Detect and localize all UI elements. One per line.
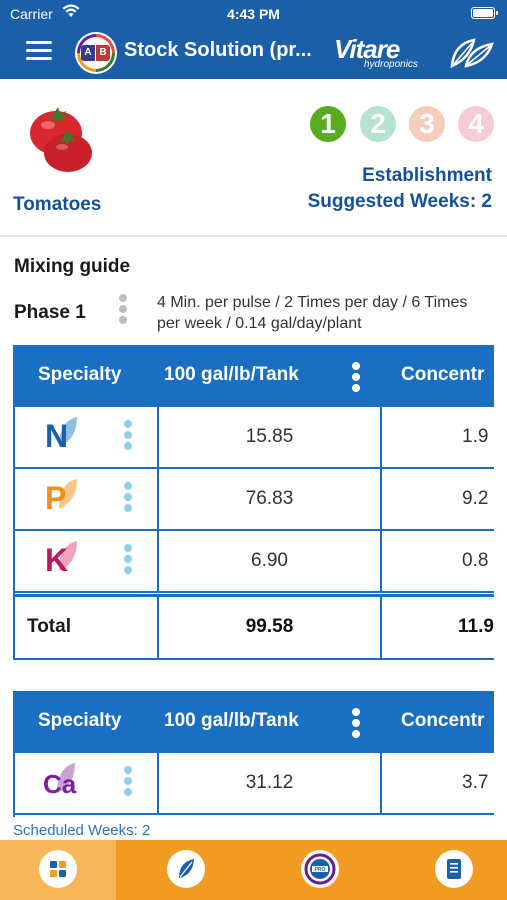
- tab-checklist[interactable]: [396, 840, 507, 900]
- stage-label: Establishment: [362, 165, 492, 186]
- value-gal-lb-tank: 15.85: [159, 407, 382, 469]
- crop-header: Tomatoes 1 2 3 4 Establishment Suggested…: [0, 79, 507, 237]
- leaf-icon: [167, 850, 205, 888]
- phase-more-icon[interactable]: [118, 294, 128, 330]
- header-concentration: Concentr: [401, 364, 485, 385]
- header-more-icon[interactable]: [351, 708, 361, 741]
- phase-1-button[interactable]: 1: [310, 106, 346, 142]
- total-gal-lb-tank: 99.58: [159, 597, 382, 660]
- brand-sub: hydroponics: [364, 59, 418, 70]
- phase-label: Phase 1: [14, 302, 86, 323]
- checklist-icon: [435, 850, 473, 888]
- nutrient-table-1: Specialty 100 gal/lb/Tank Concentr N 15.…: [13, 345, 494, 660]
- concentration-text: 0.8: [462, 550, 489, 571]
- tab-pro[interactable]: PRO: [262, 840, 378, 900]
- table-row: P 76.83 9.2: [15, 469, 494, 531]
- status-time: 4:43 PM: [227, 6, 280, 22]
- concentration-text: 9.2: [462, 488, 489, 509]
- nav-bar: A B Stock Solution (pr... Vitare hydropo…: [0, 28, 507, 79]
- page-title: Stock Solution (pr...: [124, 39, 312, 61]
- dashboard-icon: [39, 850, 77, 888]
- top-bar: Carrier 4:43 PM A B Stock Solution (pr..…: [0, 0, 507, 79]
- table-row: K 6.90 0.8: [15, 531, 494, 593]
- total-concentration-text: 11.9: [458, 616, 494, 637]
- table-row: N 15.85 1.9: [15, 407, 494, 469]
- header-gal-lb-tank: 100 gal/lb/Tank: [164, 364, 299, 385]
- tomato-icon: [30, 107, 92, 172]
- table-row: Ca 31.12 3.7: [15, 753, 494, 815]
- concentration-text: 1.9: [462, 426, 489, 447]
- phase-description: 4 Min. per pulse / 2 Times per day / 6 T…: [157, 294, 468, 332]
- pro-icon: PRO: [301, 850, 339, 888]
- nutrient-label: Ca: [43, 769, 77, 799]
- battery-icon: [471, 7, 498, 19]
- value-concentration: 1.9: [382, 407, 494, 469]
- value-gal-lb-tank: 31.12: [159, 753, 382, 815]
- row-more-icon[interactable]: [123, 420, 133, 453]
- value-gal-lb-tank: 6.90: [159, 531, 382, 593]
- nutrient-cell: Ca: [15, 753, 159, 815]
- nutrient-table-2: Specialty 100 gal/lb/Tank Concentr Ca 31…: [13, 691, 494, 817]
- value-concentration: 3.7: [382, 753, 494, 815]
- table-header: Specialty 100 gal/lb/Tank Concentr: [15, 345, 494, 407]
- total-label: Total: [27, 616, 71, 637]
- phase-4-button[interactable]: 4: [458, 106, 494, 142]
- nutrient-cell: N: [15, 407, 159, 469]
- row-more-icon[interactable]: [123, 482, 133, 515]
- header-more-icon[interactable]: [351, 362, 361, 395]
- row-more-icon[interactable]: [123, 544, 133, 577]
- nutrient-label: N: [45, 418, 69, 454]
- value-gal-lb-tank: 76.83: [159, 469, 382, 531]
- value-concentration: 0.8: [382, 531, 494, 593]
- phase-2-button[interactable]: 2: [360, 106, 396, 142]
- table-header: Specialty 100 gal/lb/Tank Concentr: [15, 691, 494, 753]
- concentration-text: 3.7: [462, 772, 489, 793]
- row-more-icon[interactable]: [123, 766, 133, 799]
- total-cell: Total: [15, 597, 159, 660]
- crop-name: Tomatoes: [13, 194, 102, 215]
- tab-bar: PRO: [0, 840, 507, 900]
- mixing-guide-title: Mixing guide: [14, 256, 131, 277]
- nutrient-label: K: [45, 542, 69, 578]
- tab-crops[interactable]: [128, 840, 244, 900]
- svg-text:PRO: PRO: [315, 867, 326, 873]
- logo-a-label: A: [81, 45, 95, 61]
- menu-icon[interactable]: [26, 41, 52, 61]
- tab-dashboard[interactable]: [0, 840, 116, 900]
- header-gal-lb-tank: 100 gal/lb/Tank: [164, 710, 299, 731]
- suggested-weeks: Suggested Weeks: 2: [307, 191, 492, 212]
- nutrient-label: P: [45, 480, 67, 516]
- nutrient-cell: K: [15, 531, 159, 593]
- total-concentration: 11.9: [382, 597, 494, 660]
- nutrient-cell: P: [15, 469, 159, 531]
- value-concentration: 9.2: [382, 469, 494, 531]
- header-concentration: Concentr: [401, 710, 485, 731]
- status-bar: Carrier 4:43 PM: [0, 0, 507, 28]
- total-row: Total 99.58 11.9: [15, 594, 494, 660]
- phase-3-button[interactable]: 3: [409, 106, 445, 142]
- ab-logo: A B: [75, 32, 117, 74]
- header-specialty: Specialty: [38, 710, 122, 731]
- scheduled-weeks: Scheduled Weeks: 2: [13, 822, 151, 839]
- logo-b-label: B: [96, 45, 110, 61]
- brand-leaves-icon: [450, 38, 494, 68]
- header-specialty: Specialty: [38, 364, 122, 385]
- brand-logo: Vitare hydroponics: [334, 34, 494, 72]
